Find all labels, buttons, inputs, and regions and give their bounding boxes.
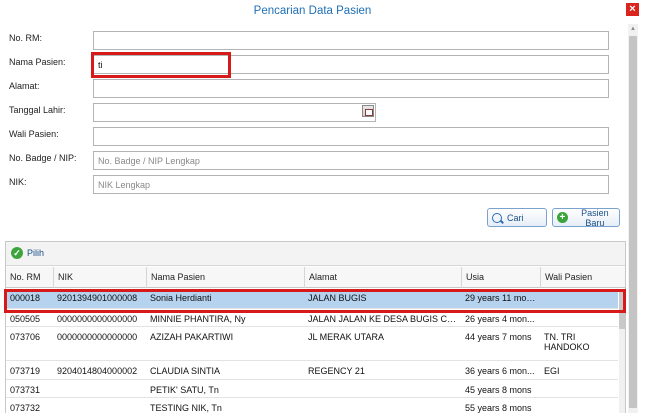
cell-nik: 9204014804000002 — [57, 366, 138, 376]
title-bar: Pencarian Data Pasien × — [0, 0, 645, 24]
grid-header: No. RM NIK Nama Pasien Alamat Usia Wali … — [6, 267, 625, 288]
cell-nik — [53, 381, 146, 385]
cell-usia: 29 years 11 mon... — [465, 293, 539, 303]
cell-nama: PETIK' SATU, Tn — [150, 385, 219, 395]
cell-nama: Sonia Herdianti — [150, 293, 212, 303]
cell-nik: 0000000000000000 — [57, 332, 138, 342]
cell-wali: EGI — [544, 366, 560, 376]
patient-grid: ✓ Pilih No. RM NIK Nama Pasien Alamat Us… — [5, 241, 626, 413]
cell-nama: MINNIE PHANTIRA, Ny — [150, 314, 246, 324]
cari-button[interactable]: Cari — [487, 208, 547, 227]
cell-usia: 26 years 4 mon... — [465, 314, 535, 324]
row-nik: NIK: — [0, 172, 625, 194]
cell-no-rm: 000018 — [10, 293, 41, 303]
cell-no-rm: 073731 — [10, 385, 41, 395]
alamat-input[interactable] — [93, 79, 609, 98]
calendar-icon[interactable] — [362, 105, 374, 117]
cell-alamat: JALAN JALAN KE DESA BUGIS CA... — [308, 314, 461, 324]
cell-alamat — [304, 381, 461, 385]
cell-alamat: JALAN BUGIS — [308, 293, 367, 303]
pilih-button[interactable]: ✓ Pilih — [11, 247, 44, 259]
column-header-usia[interactable]: Usia — [461, 267, 540, 288]
table-row[interactable]: 050505 0000000000000000 MINNIE PHANTIRA,… — [6, 310, 618, 327]
row-nama-pasien: Nama Pasien: — [0, 52, 625, 74]
cell-no-rm: 050505 — [10, 314, 41, 324]
cell-nama: TESTING NIK, Tn — [150, 403, 222, 413]
table-row[interactable]: 073706 0000000000000000 AZIZAH PAKARTIWI… — [6, 328, 618, 361]
cell-wali — [540, 381, 618, 385]
column-header-no-rm[interactable]: No. RM — [6, 267, 53, 288]
cell-no-rm: 073732 — [10, 403, 41, 413]
search-icon — [492, 212, 502, 223]
column-header-nik[interactable]: NIK — [53, 267, 146, 288]
cell-usia: 36 years 6 mon... — [465, 366, 535, 376]
cell-wali — [540, 310, 618, 314]
check-icon: ✓ — [11, 247, 23, 259]
nik-label: NIK: — [9, 177, 27, 187]
tanggal-lahir-input[interactable] — [93, 103, 376, 122]
dialog-title: Pencarian Data Pasien — [253, 5, 372, 17]
column-header-nama-pasien[interactable]: Nama Pasien — [146, 267, 304, 288]
plus-icon: + — [557, 212, 568, 223]
column-header-wali-pasien[interactable]: Wali Pasien — [540, 267, 625, 288]
cell-alamat: JL MERAK UTARA — [308, 332, 385, 342]
cell-usia: 44 years 7 mons — [465, 332, 532, 342]
cell-no-rm: 073706 — [10, 332, 41, 342]
cell-wali — [540, 399, 618, 403]
wali-pasien-label: Wali Pasien: — [9, 129, 59, 139]
pasien-baru-button[interactable]: + Pasien Baru — [552, 207, 620, 228]
alamat-label: Alamat: — [9, 81, 40, 91]
row-alamat: Alamat: — [0, 76, 625, 98]
cell-nik — [53, 399, 146, 403]
table-row[interactable]: 073719 9204014804000002 CLAUDIA SINTIA R… — [6, 362, 618, 380]
cell-usia: 55 years 8 mons — [465, 403, 532, 413]
cari-button-label: Cari — [507, 212, 524, 223]
wali-pasien-input[interactable] — [93, 127, 609, 146]
grid-scrollbar-thumb[interactable] — [619, 289, 625, 329]
patient-search-dialog: Pencarian Data Pasien × ▲ No. RM: Nama P… — [0, 0, 645, 413]
tanggal-lahir-label: Tanggal Lahir: — [9, 105, 66, 115]
dialog-scrollbar-thumb[interactable] — [629, 36, 637, 408]
cell-nik: 0000000000000000 — [57, 314, 138, 324]
row-no-rm: No. RM: — [0, 28, 625, 50]
pilih-label: Pilih — [27, 248, 45, 258]
table-row[interactable]: 073731 PETIK' SATU, Tn 45 years 8 mons — [6, 381, 618, 398]
table-row[interactable]: 000018 9201394901000008 Sonia Herdianti … — [6, 289, 618, 309]
cell-usia: 45 years 8 mons — [465, 385, 532, 395]
pasien-baru-button-label: Pasien Baru — [581, 207, 609, 228]
row-no-badge: No. Badge / NIP: — [0, 148, 625, 170]
cell-alamat — [304, 399, 461, 403]
row-wali-pasien: Wali Pasien: — [0, 124, 625, 146]
no-badge-label: No. Badge / NIP: — [9, 153, 77, 163]
scroll-up-icon[interactable]: ▲ — [629, 26, 637, 32]
grid-scrollbar[interactable] — [619, 289, 625, 413]
cell-wali: TN. TRI HANDOKO — [544, 332, 590, 352]
cell-wali — [540, 289, 618, 293]
cell-nama: AZIZAH PAKARTIWI — [150, 332, 234, 342]
cell-no-rm: 073719 — [10, 366, 41, 376]
dialog-scrollbar[interactable]: ▲ — [628, 24, 638, 413]
nama-pasien-input[interactable] — [93, 55, 609, 74]
close-button[interactable]: × — [626, 3, 639, 16]
row-tanggal-lahir: Tanggal Lahir: — [0, 100, 625, 122]
cell-nama: CLAUDIA SINTIA — [150, 366, 221, 376]
cell-nik: 9201394901000008 — [57, 293, 138, 303]
no-rm-input[interactable] — [93, 31, 609, 50]
no-rm-label: No. RM: — [9, 33, 43, 43]
nama-pasien-label: Nama Pasien: — [9, 57, 66, 67]
table-row[interactable]: 073732 TESTING NIK, Tn 55 years 8 mons — [6, 399, 618, 413]
grid-toolbar: ✓ Pilih — [6, 242, 625, 266]
column-header-alamat[interactable]: Alamat — [304, 267, 461, 288]
cell-alamat: REGENCY 21 — [308, 366, 365, 376]
no-badge-input[interactable] — [93, 151, 609, 170]
nik-input[interactable] — [93, 175, 609, 194]
